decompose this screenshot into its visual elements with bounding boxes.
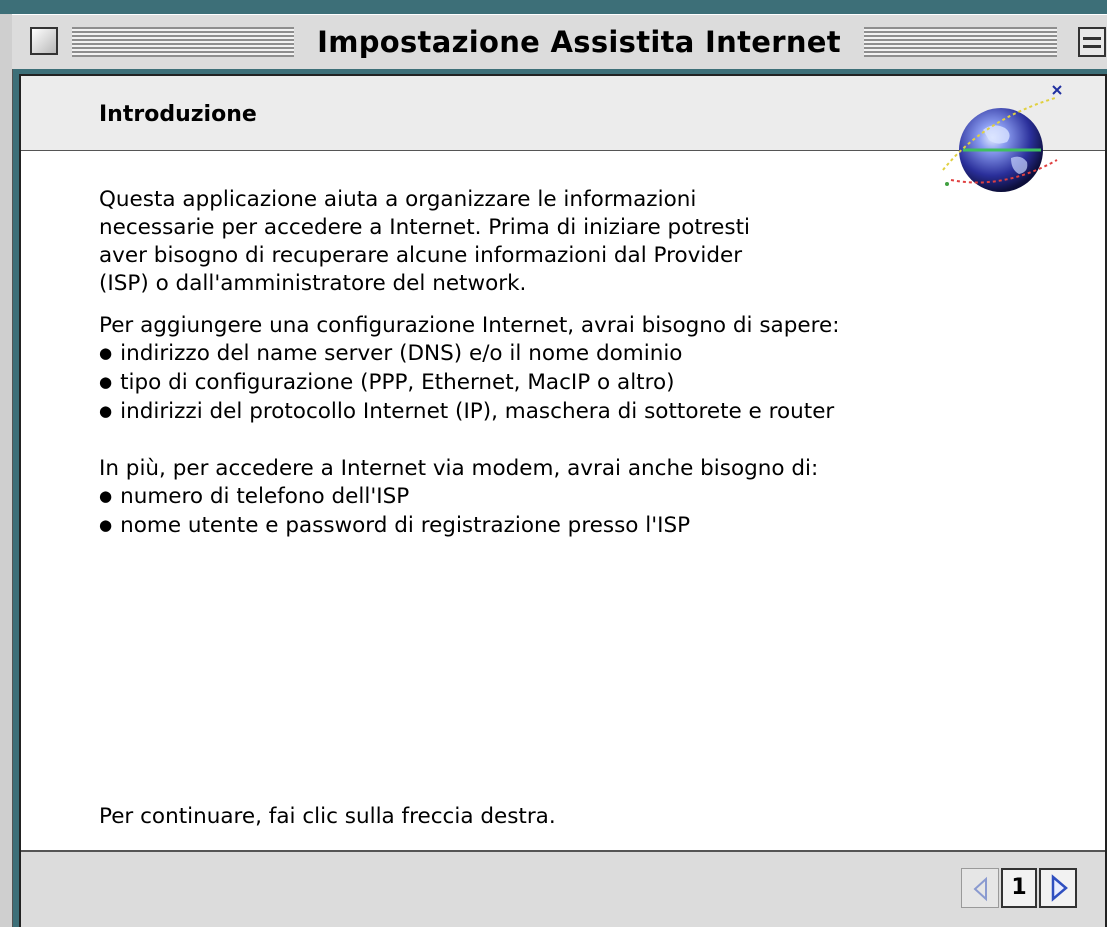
list-item: numero di telefono dell'ISP <box>99 483 1089 512</box>
title-bar-stripes-left <box>72 27 294 57</box>
intro-paragraph: Questa applicazione aiuta a organizzare … <box>99 186 1089 298</box>
intro-line: Questa applicazione aiuta a organizzare … <box>99 187 697 212</box>
list-item: indirizzo del name server (DNS) e/o il n… <box>99 340 1089 369</box>
intro-line: (ISP) o dall'amministratore del network. <box>99 271 527 296</box>
window-title: Impostazione Assistita Internet <box>294 25 864 59</box>
list-item: indirizzi del protocollo Internet (IP), … <box>99 398 1089 427</box>
modem-requirements: In più, per accedere a Internet via mode… <box>99 455 1089 541</box>
left-arrow-icon <box>973 876 987 902</box>
page-number: 1 <box>1001 868 1037 908</box>
right-arrow-icon <box>1051 874 1068 902</box>
title-bar-stripes-right <box>864 27 1057 57</box>
config-requirements: Per aggiungere una configurazione Intern… <box>99 312 1089 427</box>
config-heading: Per aggiungere una configurazione Intern… <box>99 313 840 338</box>
previous-page-button[interactable] <box>961 868 999 908</box>
section-title: Introduzione <box>99 102 257 127</box>
content-panel: Introduzione Questa applicazione aiuta a… <box>19 74 1107 927</box>
next-page-button[interactable] <box>1039 868 1077 908</box>
intro-line: aver bisogno di recuperare alcune inform… <box>99 243 743 268</box>
navigation-bar: 1 <box>21 850 1105 927</box>
list-item: tipo di configurazione (PPP, Ethernet, M… <box>99 369 1089 398</box>
list-item: nome utente e password di registrazione … <box>99 512 1089 541</box>
title-bar[interactable]: Impostazione Assistita Internet <box>12 14 1107 69</box>
intro-line: necessarie per accedere a Internet. Prim… <box>99 215 750 240</box>
close-box-button[interactable] <box>30 27 58 55</box>
modem-heading: In più, per accedere a Internet via mode… <box>99 456 819 481</box>
body-text: Questa applicazione aiuta a organizzare … <box>99 186 1089 555</box>
collapse-box-button[interactable] <box>1078 27 1106 57</box>
assistant-window: Impostazione Assistita Internet Introduz… <box>0 0 1107 927</box>
continue-instruction: Per continuare, fai clic sulla freccia d… <box>99 804 556 829</box>
